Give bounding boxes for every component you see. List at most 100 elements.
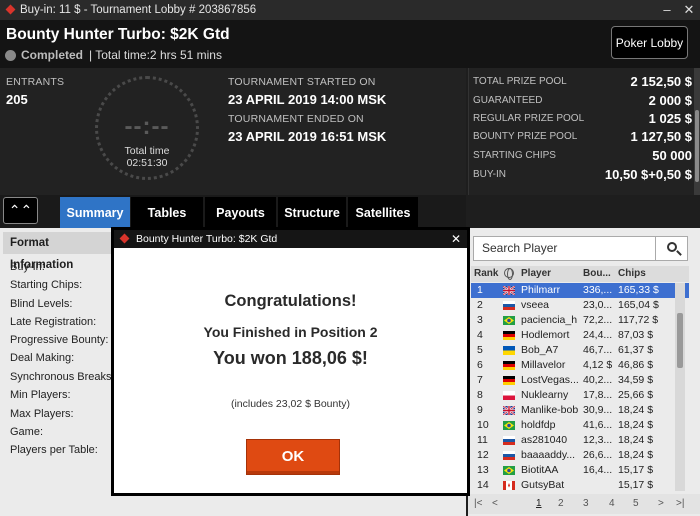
page-1[interactable]: 1 — [536, 498, 542, 509]
last-page-button[interactable]: >| — [676, 498, 684, 509]
tab-tables[interactable]: Tables — [131, 197, 203, 228]
ended-value: 23 APRIL 2019 16:51 MSK — [228, 129, 387, 144]
player-row[interactable]: 13 BiotitAA 16,4... 15,17 $ — [471, 463, 689, 478]
clock-caption: Total time 02:51:30 — [98, 145, 196, 169]
player-bounty: 40,2... — [583, 374, 613, 386]
player-row[interactable]: 9 Manlike-bob 30,9... 18,24 $ — [471, 403, 689, 418]
player-chips: 18,24 $ — [618, 404, 654, 416]
player-chips: 25,66 $ — [618, 389, 654, 401]
ok-button[interactable]: OK — [246, 439, 340, 475]
page-4[interactable]: 4 — [609, 498, 615, 509]
tab-bar: ⌃⌃ Summary Tables Payouts Structure Sate… — [0, 195, 466, 228]
page-3[interactable]: 3 — [583, 498, 589, 509]
tournament-lobby-window: Buy-in: 11 $ - Tournament Lobby # 203867… — [0, 0, 700, 516]
format-row: Game: — [10, 426, 44, 438]
flag-ru-icon — [503, 451, 515, 460]
prize-row: REGULAR PRIZE POOL 1 025 $ — [473, 109, 692, 127]
player-row[interactable]: 14 GutsyBat 15,17 $ — [471, 478, 689, 493]
page-2[interactable]: 2 — [558, 498, 564, 509]
player-row[interactable]: 1 Philmarr 336,... 165,33 $ — [471, 283, 689, 298]
player-row[interactable]: 5 Bob_A7 46,7... 61,37 $ — [471, 343, 689, 358]
player-rank: 12 — [477, 449, 489, 461]
poker-lobby-button[interactable]: Poker Lobby — [611, 26, 688, 59]
player-name: GutsyBat — [521, 479, 565, 491]
flag-ru-icon — [503, 301, 515, 310]
player-row[interactable]: 10 holdfdp 41,6... 18,24 $ — [471, 418, 689, 433]
clock-digits: --:-- — [124, 113, 170, 140]
bounty-note: (includes 23,02 $ Bounty) — [230, 398, 351, 410]
player-list-scrollbar[interactable] — [675, 283, 685, 491]
tournament-clock: --:-- Total time 02:51:30 — [95, 76, 199, 180]
first-page-button[interactable]: |< — [474, 498, 482, 509]
player-rank: 8 — [477, 389, 483, 401]
player-bounty: 41,6... — [583, 419, 613, 431]
player-row[interactable]: 6 Millavelor 4,12 $ 46,86 $ — [471, 358, 689, 373]
entrants-label: ENTRANTS — [6, 76, 65, 88]
next-page-button[interactable]: > — [658, 498, 664, 509]
search-player-input[interactable]: Search Player — [473, 236, 659, 261]
winnings-text: You won 188,06 $! — [213, 348, 368, 368]
player-rank: 3 — [477, 314, 483, 326]
total-time-text: | Total time:2 hrs 51 mins — [89, 48, 222, 62]
congratulations-dialog: Bounty Hunter Turbo: $2K Gtd ✕ Congratul… — [113, 229, 468, 494]
pokerstars-logo-icon — [6, 6, 15, 15]
player-rank: 14 — [477, 479, 489, 491]
player-bounty: 17,8... — [583, 389, 613, 401]
player-row[interactable]: 11 as281040 12,3... 18,24 $ — [471, 433, 689, 448]
player-name: Manlike-bob — [521, 404, 579, 416]
format-row: Max Players: — [10, 408, 74, 420]
search-button[interactable] — [655, 236, 688, 261]
player-chips: 165,33 $ — [618, 284, 659, 296]
player-rank: 7 — [477, 374, 483, 386]
column-rank[interactable]: Rank — [474, 268, 498, 279]
player-row[interactable]: 8 Nuklearny 17,8... 25,66 $ — [471, 388, 689, 403]
player-bounty: 26,6... — [583, 449, 613, 461]
format-row: Buy-In: — [10, 261, 45, 273]
pagination: |< < 1 2 3 4 5 > >| — [468, 494, 700, 514]
collapse-button[interactable]: ⌃⌃ — [3, 197, 38, 224]
finish-position-text: You Finished in Position 2 — [203, 324, 378, 340]
format-row: Progressive Bounty: — [10, 334, 109, 346]
player-row[interactable]: 4 Hodlemort 24,4... 87,03 $ — [471, 328, 689, 343]
prize-label: BOUNTY PRIZE POOL — [473, 130, 578, 142]
player-chips: 61,37 $ — [618, 344, 654, 356]
player-chips: 46,86 $ — [618, 359, 654, 371]
prize-row: BUY-IN 10,50 $+0,50 $ — [473, 165, 692, 183]
format-row: Late Registration: — [10, 316, 97, 328]
tab-summary[interactable]: Summary — [60, 197, 130, 228]
tab-satellites[interactable]: Satellites — [348, 197, 418, 228]
player-name: baaaaddy... — [521, 449, 576, 461]
prev-page-button[interactable]: < — [492, 498, 498, 509]
format-row: Synchronous Breaks: — [10, 371, 115, 383]
player-name: BiotitAA — [521, 464, 559, 476]
flag-de-icon — [503, 331, 515, 340]
flag-gb-icon — [503, 406, 515, 415]
minimize-button[interactable]: – — [656, 0, 678, 20]
status-dot-icon — [5, 49, 16, 61]
column-player[interactable]: Player — [521, 268, 551, 279]
title-bar: Buy-in: 11 $ - Tournament Lobby # 203867… — [0, 0, 700, 20]
globe-icon[interactable] — [504, 268, 514, 280]
column-chips[interactable]: Chips — [618, 268, 646, 279]
page-5[interactable]: 5 — [633, 498, 639, 509]
close-window-button[interactable]: ✕ — [678, 0, 700, 20]
player-rank: 2 — [477, 299, 483, 311]
window-title: Buy-in: 11 $ - Tournament Lobby # 203867… — [20, 4, 257, 16]
column-bounty[interactable]: Bou... — [583, 268, 611, 279]
player-bounty: 72,2... — [583, 314, 613, 326]
prize-value: 10,50 $+0,50 $ — [604, 166, 692, 182]
player-rank: 1 — [477, 284, 483, 296]
format-row: Deal Making: — [10, 352, 75, 364]
player-row[interactable]: 2 vseea 23,0... 165,04 $ — [471, 298, 689, 313]
tab-payouts[interactable]: Payouts — [205, 197, 276, 228]
tab-structure[interactable]: Structure — [278, 197, 346, 228]
player-row[interactable]: 3 paciencia_h 72,2... 117,72 $ — [471, 313, 689, 328]
prize-scrollbar[interactable] — [694, 68, 700, 195]
player-row[interactable]: 12 baaaaddy... 26,6... 18,24 $ — [471, 448, 689, 463]
dialog-close-button[interactable]: ✕ — [445, 232, 467, 246]
player-rank: 13 — [477, 464, 489, 476]
prize-row: GUARANTEED 2 000 $ — [473, 91, 692, 109]
player-row[interactable]: 7 LostVegas... 40,2... 34,59 $ — [471, 373, 689, 388]
player-rank: 10 — [477, 419, 489, 431]
prize-label: BUY-IN — [473, 168, 506, 180]
